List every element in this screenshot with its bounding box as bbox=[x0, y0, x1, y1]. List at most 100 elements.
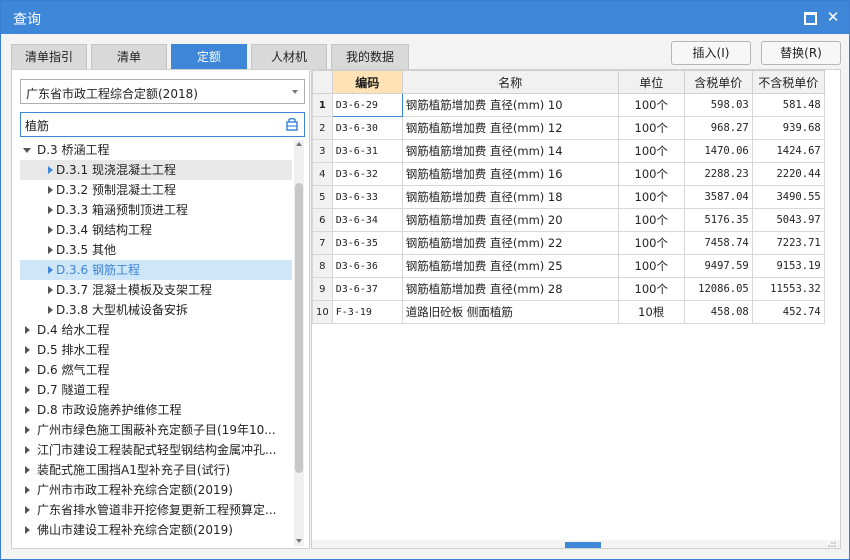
tree-node[interactable]: D.3.5 其他 bbox=[20, 240, 292, 260]
library-select[interactable]: 广东省市政工程综合定额(2018) bbox=[20, 79, 305, 104]
column-header-unit[interactable]: 单位 bbox=[617, 70, 685, 94]
cell-code[interactable]: D3-6-30 bbox=[331, 116, 403, 140]
cell-unit[interactable]: 100个 bbox=[617, 185, 685, 209]
search-icon[interactable] bbox=[285, 117, 299, 132]
cell-notax-price[interactable]: 11553.32 bbox=[751, 277, 825, 301]
cell-tax-price[interactable]: 1470.06 bbox=[683, 139, 753, 163]
tree-node[interactable]: D.3 桥涵工程 bbox=[20, 140, 292, 160]
tree-node[interactable]: 广州市绿色施工围蔽补充定额子目(19年10... bbox=[20, 420, 292, 440]
replace-button[interactable]: 替换(R) bbox=[761, 41, 841, 65]
tree-node[interactable]: 江门市建设工程装配式轻型钢结构金属冲孔... bbox=[20, 440, 292, 460]
cell-notax-price[interactable]: 5043.97 bbox=[751, 208, 825, 232]
cell-tax-price[interactable]: 458.08 bbox=[683, 300, 753, 324]
tree-node[interactable]: D.3.1 现浇混凝土工程 bbox=[20, 160, 292, 180]
cell-unit[interactable]: 100个 bbox=[617, 139, 685, 163]
caret-down-icon[interactable] bbox=[23, 148, 31, 153]
table-row[interactable]: 6 D3-6-34 钢筋植筋增加费 直径(mm) 20 100个 5176.35… bbox=[312, 208, 825, 232]
table-row[interactable]: 4 D3-6-32 钢筋植筋增加费 直径(mm) 16 100个 2288.23… bbox=[312, 162, 825, 186]
table-row[interactable]: 7 D3-6-35 钢筋植筋增加费 直径(mm) 22 100个 7458.74… bbox=[312, 231, 825, 255]
caret-right-icon[interactable] bbox=[48, 206, 53, 214]
tree-node[interactable]: D.3.7 混凝土模板及支架工程 bbox=[20, 280, 292, 300]
cell-code[interactable]: D3-6-33 bbox=[331, 185, 403, 209]
cell-name[interactable]: 钢筋植筋增加费 直径(mm) 22 bbox=[401, 231, 619, 255]
table-row[interactable]: 2 D3-6-30 钢筋植筋增加费 直径(mm) 12 100个 968.27 … bbox=[312, 116, 825, 140]
tree-node-selected[interactable]: D.3.6 钢筋工程 bbox=[20, 260, 292, 280]
close-icon[interactable]: ✕ bbox=[825, 9, 841, 25]
table-row[interactable]: 1 D3-6-29 钢筋植筋增加费 直径(mm) 10 100个 598.03 … bbox=[312, 93, 825, 117]
caret-right-icon[interactable] bbox=[25, 506, 30, 514]
splitter-handle[interactable] bbox=[565, 542, 601, 548]
cell-tax-price[interactable]: 9497.59 bbox=[683, 254, 753, 278]
cell-name[interactable]: 钢筋植筋增加费 直径(mm) 12 bbox=[401, 116, 619, 140]
cell-unit[interactable]: 100个 bbox=[617, 162, 685, 186]
cell-code[interactable]: F-3-19 bbox=[331, 300, 403, 324]
cell-unit[interactable]: 100个 bbox=[617, 93, 685, 117]
caret-right-icon[interactable] bbox=[25, 426, 30, 434]
cell-notax-price[interactable]: 1424.67 bbox=[751, 139, 825, 163]
cell-tax-price[interactable]: 968.27 bbox=[683, 116, 753, 140]
resize-grip-icon[interactable] bbox=[828, 541, 836, 547]
cell-code[interactable]: D3-6-32 bbox=[331, 162, 403, 186]
cell-name[interactable]: 钢筋植筋增加费 直径(mm) 18 bbox=[401, 185, 619, 209]
caret-right-icon[interactable] bbox=[25, 466, 30, 474]
cell-name[interactable]: 钢筋植筋增加费 直径(mm) 16 bbox=[401, 162, 619, 186]
column-header-code[interactable]: 编码 bbox=[331, 70, 403, 94]
column-header-tax-price[interactable]: 含税单价 bbox=[683, 70, 753, 94]
caret-right-icon[interactable] bbox=[48, 306, 53, 314]
caret-right-icon[interactable] bbox=[48, 166, 53, 174]
tree-node[interactable]: D.3.3 箱涵预制顶进工程 bbox=[20, 200, 292, 220]
cell-unit[interactable]: 100个 bbox=[617, 231, 685, 255]
cell-name[interactable]: 钢筋植筋增加费 直径(mm) 28 bbox=[401, 277, 619, 301]
cell-notax-price[interactable]: 7223.71 bbox=[751, 231, 825, 255]
tab-list[interactable]: 清单 bbox=[91, 44, 167, 69]
splitter-bar[interactable] bbox=[312, 540, 840, 548]
cell-code[interactable]: D3-6-35 bbox=[331, 231, 403, 255]
cell-code[interactable]: D3-6-37 bbox=[331, 277, 403, 301]
scroll-down-icon[interactable] bbox=[296, 539, 302, 543]
cell-tax-price[interactable]: 7458.74 bbox=[683, 231, 753, 255]
tree-scrollbar[interactable] bbox=[294, 140, 304, 546]
table-row[interactable]: 9 D3-6-37 钢筋植筋增加费 直径(mm) 28 100个 12086.0… bbox=[312, 277, 825, 301]
scroll-thumb[interactable] bbox=[295, 183, 303, 473]
tree-node[interactable]: D.5 排水工程 bbox=[20, 340, 292, 360]
cell-tax-price[interactable]: 3587.04 bbox=[683, 185, 753, 209]
tab-list-guide[interactable]: 清单指引 bbox=[11, 44, 87, 69]
caret-right-icon[interactable] bbox=[25, 326, 30, 334]
caret-right-icon[interactable] bbox=[25, 406, 30, 414]
cell-name[interactable]: 钢筋植筋增加费 直径(mm) 10 bbox=[401, 93, 619, 117]
caret-right-icon[interactable] bbox=[48, 226, 53, 234]
cell-name[interactable]: 钢筋植筋增加费 直径(mm) 14 bbox=[401, 139, 619, 163]
cell-notax-price[interactable]: 9153.19 bbox=[751, 254, 825, 278]
cell-code[interactable]: D3-6-36 bbox=[331, 254, 403, 278]
cell-unit[interactable]: 100个 bbox=[617, 254, 685, 278]
tree-node[interactable]: D.6 燃气工程 bbox=[20, 360, 292, 380]
table-row[interactable]: 3 D3-6-31 钢筋植筋增加费 直径(mm) 14 100个 1470.06… bbox=[312, 139, 825, 163]
caret-right-icon[interactable] bbox=[25, 446, 30, 454]
cell-notax-price[interactable]: 939.68 bbox=[751, 116, 825, 140]
cell-notax-price[interactable]: 3490.55 bbox=[751, 185, 825, 209]
tree-node[interactable]: D.4 给水工程 bbox=[20, 320, 292, 340]
cell-notax-price[interactable]: 581.48 bbox=[751, 93, 825, 117]
caret-right-icon[interactable] bbox=[25, 346, 30, 354]
tree-node[interactable]: D.3.4 钢结构工程 bbox=[20, 220, 292, 240]
insert-button[interactable]: 插入(I) bbox=[671, 41, 751, 65]
cell-notax-price[interactable]: 2220.44 bbox=[751, 162, 825, 186]
tree-node[interactable]: D.7 隧道工程 bbox=[20, 380, 292, 400]
cell-code[interactable]: D3-6-31 bbox=[331, 139, 403, 163]
caret-right-icon[interactable] bbox=[48, 286, 53, 294]
cell-name[interactable]: 钢筋植筋增加费 直径(mm) 20 bbox=[401, 208, 619, 232]
cell-tax-price[interactable]: 12086.05 bbox=[683, 277, 753, 301]
caret-right-icon[interactable] bbox=[25, 386, 30, 394]
maximize-icon[interactable] bbox=[801, 9, 817, 25]
tab-my-data[interactable]: 我的数据 bbox=[331, 44, 409, 69]
scroll-up-icon[interactable] bbox=[296, 142, 302, 146]
tree-node[interactable]: 佛山市建设工程补充综合定额(2019) bbox=[20, 520, 292, 540]
cell-unit[interactable]: 100个 bbox=[617, 277, 685, 301]
caret-right-icon[interactable] bbox=[48, 186, 53, 194]
table-row[interactable]: 10 F-3-19 道路旧砼板 侧面植筋 10根 458.08 452.74 bbox=[312, 300, 825, 324]
tree-node[interactable]: 广州市市政工程补充综合定额(2019) bbox=[20, 480, 292, 500]
tree-node[interactable]: D.3.2 预制混凝土工程 bbox=[20, 180, 292, 200]
tree-node[interactable]: D.3.8 大型机械设备安拆 bbox=[20, 300, 292, 320]
dropdown-arrow-icon[interactable] bbox=[292, 90, 298, 94]
column-header-notax-price[interactable]: 不含税单价 bbox=[751, 70, 825, 94]
